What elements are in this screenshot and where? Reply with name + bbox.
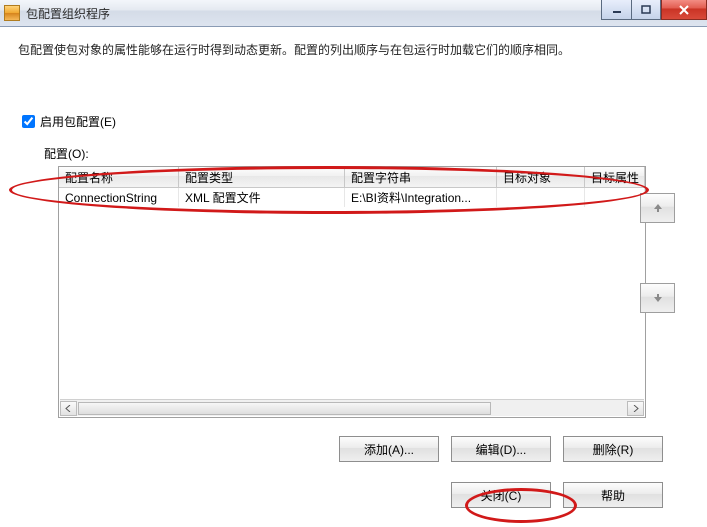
enable-config-label: 启用包配置(E) [40,113,116,130]
minimize-icon [612,5,622,15]
dialog-content: 包配置使包对象的属性能够在运行时得到动态更新。配置的列出顺序与在包运行时加载它们… [0,27,707,518]
enable-config-checkbox[interactable] [22,115,35,128]
chevron-left-icon [65,405,72,412]
close-button[interactable] [661,0,707,20]
help-button[interactable]: 帮助 [563,482,663,508]
col-target-property[interactable]: 目标属性 [585,167,645,187]
chevron-right-icon [632,405,639,412]
col-config-name[interactable]: 配置名称 [59,167,179,187]
scroll-thumb[interactable] [78,402,491,415]
title-bar: 包配置组织程序 [0,0,707,27]
edit-button[interactable]: 编辑(D)... [451,436,551,462]
col-target-object[interactable]: 目标对象 [497,167,585,187]
add-button-label: 添加(A)... [364,441,414,458]
close-icon [678,5,690,15]
window-title: 包配置组织程序 [26,5,110,22]
help-button-label: 帮助 [601,487,625,504]
maximize-button[interactable] [631,0,661,20]
window-buttons [601,0,707,20]
remove-button-label: 删除(R) [593,441,634,458]
close-dialog-button[interactable]: 关闭(C) [451,482,551,508]
configurations-label: 配置(O): [44,145,689,162]
scroll-track[interactable] [77,401,627,416]
reorder-buttons [640,193,675,313]
cell-config-string: E:\BI资料\Integration... [345,188,497,207]
edit-button-label: 编辑(D)... [476,441,527,458]
scroll-left-arrow[interactable] [60,401,77,416]
arrow-up-icon [652,202,664,214]
add-button[interactable]: 添加(A)... [339,436,439,462]
config-grid[interactable]: 配置名称 配置类型 配置字符串 目标对象 目标属性 ConnectionStri… [58,166,646,418]
table-row[interactable]: ConnectionString XML 配置文件 E:\BI资料\Integr… [59,188,645,207]
grid-action-buttons: 添加(A)... 编辑(D)... 删除(R) [18,436,689,462]
grid-horizontal-scrollbar[interactable] [60,399,644,416]
minimize-button[interactable] [601,0,631,20]
enable-config-row: 启用包配置(E) [18,112,689,131]
app-icon [4,5,20,21]
description-text: 包配置使包对象的属性能够在运行时得到动态更新。配置的列出顺序与在包运行时加载它们… [18,41,689,58]
arrow-down-icon [652,292,664,304]
maximize-icon [641,5,651,15]
grid-header: 配置名称 配置类型 配置字符串 目标对象 目标属性 [59,167,645,188]
col-config-string[interactable]: 配置字符串 [345,167,497,187]
move-up-button[interactable] [640,193,675,223]
cell-config-name: ConnectionString [59,188,179,207]
col-config-type[interactable]: 配置类型 [179,167,345,187]
remove-button[interactable]: 删除(R) [563,436,663,462]
cell-target-property [585,188,645,207]
close-dialog-button-label: 关闭(C) [481,487,522,504]
cell-target-object [497,188,585,207]
dialog-buttons: 关闭(C) 帮助 [18,482,689,508]
cell-config-type: XML 配置文件 [179,188,345,207]
scroll-right-arrow[interactable] [627,401,644,416]
move-down-button[interactable] [640,283,675,313]
